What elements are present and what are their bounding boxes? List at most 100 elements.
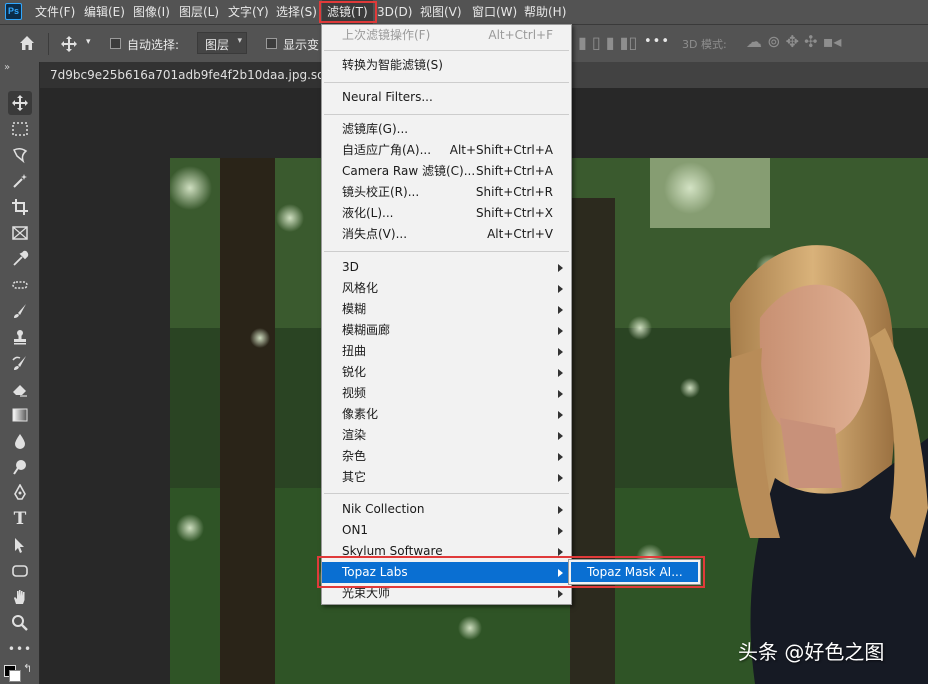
more-options-button[interactable]: ••• [644, 34, 670, 49]
brush-icon [14, 304, 26, 318]
annotation-box-filter-menu [319, 1, 377, 23]
menu-item-on1[interactable]: ON1 [322, 520, 571, 541]
eraser-tool[interactable] [8, 377, 32, 401]
menu-item-nik-collection[interactable]: Nik Collection [322, 499, 571, 520]
menu-item-convert-smart-filter[interactable]: 转换为智能滤镜(S) [322, 55, 571, 76]
menu-item-other[interactable]: 其它 [322, 467, 571, 488]
home-icon[interactable] [18, 34, 36, 55]
menu-item-noise[interactable]: 杂色 [322, 446, 571, 467]
menu-item-vanishing-point[interactable]: 消失点(V)... Alt+Ctrl+V [322, 224, 571, 245]
healing-brush-tool[interactable] [8, 273, 32, 297]
clone-stamp-tool[interactable] [8, 325, 32, 349]
auto-select-value: 图层 [205, 38, 230, 52]
menu-item-filter-gallery[interactable]: 滤镜库(G)... [322, 119, 571, 140]
pen-tool[interactable] [8, 481, 32, 505]
path-selection-icon [15, 538, 24, 553]
history-brush-tool[interactable] [8, 351, 32, 375]
menu-file[interactable]: 文件(F) [35, 0, 75, 24]
marquee-tool[interactable] [8, 117, 32, 141]
brush-tool[interactable] [8, 299, 32, 323]
crop-icon [12, 199, 28, 215]
crop-tool[interactable] [8, 195, 32, 219]
gradient-tool[interactable] [8, 403, 32, 427]
submenu-arrow-icon [558, 390, 563, 398]
zoom-tool[interactable] [8, 611, 32, 635]
3d-orbit-icons[interactable]: ☁ ⊚ ✥ ✣ ▪◂ [746, 32, 841, 51]
dodge-icon [13, 460, 26, 475]
menu-separator [324, 114, 569, 115]
align-icons[interactable]: ▮ ▯ ▮ ▮▯ [578, 33, 637, 52]
more-tools-icon[interactable]: ••• [8, 637, 32, 661]
menu-edit[interactable]: 编辑(E) [84, 0, 125, 24]
menu-image[interactable]: 图像(I) [133, 0, 170, 24]
chevron-down-icon[interactable]: ▾ [86, 37, 91, 47]
hand-tool[interactable] [8, 585, 32, 609]
menu-item-3d[interactable]: 3D [322, 257, 571, 278]
menu-item-neural-filters[interactable]: Neural Filters... [322, 87, 571, 108]
menu-item-stylize[interactable]: 风格化 [322, 278, 571, 299]
menu-window[interactable]: 窗口(W) [472, 0, 517, 24]
submenu-arrow-icon [558, 506, 563, 514]
mode-3d-label: 3D 模式: [682, 38, 727, 51]
auto-select-checkbox[interactable] [110, 38, 121, 49]
show-transform-checkbox[interactable] [266, 38, 277, 49]
submenu-arrow-icon [558, 327, 563, 335]
submenu-arrow-icon [558, 369, 563, 377]
menu-item-liquify[interactable]: 液化(L)... Shift+Ctrl+X [322, 203, 571, 224]
menu-item-render[interactable]: 渲染 [322, 425, 571, 446]
menu-item-adaptive-wide-angle[interactable]: 自适应广角(A)... Alt+Shift+Ctrl+A [322, 140, 571, 161]
blur-tool[interactable] [8, 429, 32, 453]
menu-separator [324, 82, 569, 83]
frame-icon [12, 226, 28, 240]
menu-item-blur-gallery[interactable]: 模糊画廊 [322, 320, 571, 341]
lasso-icon [12, 147, 28, 164]
background-color-swatch[interactable] [9, 670, 21, 682]
menu-3d[interactable]: 3D(D) [377, 0, 412, 24]
submenu-arrow-icon [558, 474, 563, 482]
submenu-arrow-icon [558, 306, 563, 314]
menu-view[interactable]: 视图(V) [420, 0, 462, 24]
collapse-panel-icon[interactable]: » [4, 62, 10, 73]
magic-wand-icon [13, 174, 27, 188]
lasso-tool[interactable] [8, 143, 32, 167]
chevron-down-icon: ▾ [237, 36, 242, 46]
path-selection-tool[interactable] [8, 533, 32, 557]
menu-item-blur[interactable]: 模糊 [322, 299, 571, 320]
menu-select[interactable]: 选择(S) [276, 0, 317, 24]
marquee-icon [12, 122, 28, 136]
submenu-arrow-icon [558, 411, 563, 419]
swap-colors-icon[interactable]: ↰ [23, 662, 32, 675]
menu-item-camera-raw[interactable]: Camera Raw 滤镜(C)... Shift+Ctrl+A [322, 161, 571, 182]
rectangle-tool[interactable] [8, 559, 32, 583]
menu-item-lens-correction[interactable]: 镜头校正(R)... Shift+Ctrl+R [322, 182, 571, 203]
watermark-text: 头条 @好色之图 [738, 640, 885, 664]
menu-item-video[interactable]: 视频 [322, 383, 571, 404]
document-tab[interactable]: 7d9bc9e25b616a701adb9fe4f2b10daa.jpg.sou… [40, 62, 324, 88]
menu-item-distort[interactable]: 扭曲 [322, 341, 571, 362]
menu-item-last-filter[interactable]: 上次滤镜操作(F) Alt+Ctrl+F [322, 25, 571, 46]
eyedropper-tool[interactable] [8, 247, 32, 271]
hand-icon [14, 590, 25, 604]
menu-item-sharpen[interactable]: 锐化 [322, 362, 571, 383]
rectangle-icon [12, 565, 28, 577]
photoshop-logo-icon[interactable]: Ps [5, 3, 22, 20]
menu-separator [324, 50, 569, 51]
move-tool[interactable] [8, 91, 32, 115]
menu-help[interactable]: 帮助(H) [524, 0, 566, 24]
submenu-arrow-icon [558, 548, 563, 556]
show-transform-label: 显示变 [283, 38, 320, 52]
submenu-arrow-icon [558, 432, 563, 440]
submenu-arrow-icon [558, 527, 563, 535]
eyedropper-icon [13, 250, 29, 266]
menu-item-pixelate[interactable]: 像素化 [322, 404, 571, 425]
menu-layer[interactable]: 图层(L) [179, 0, 219, 24]
magic-wand-tool[interactable] [8, 169, 32, 193]
auto-select-dropdown[interactable]: 图层 ▾ [197, 32, 247, 54]
type-tool-icon[interactable]: T [8, 507, 32, 531]
menu-type[interactable]: 文字(Y) [228, 0, 269, 24]
frame-tool[interactable] [8, 221, 32, 245]
dodge-tool[interactable] [8, 455, 32, 479]
menu-separator [324, 493, 569, 494]
move-tool-icon[interactable] [60, 35, 78, 56]
move-icon [12, 95, 28, 111]
